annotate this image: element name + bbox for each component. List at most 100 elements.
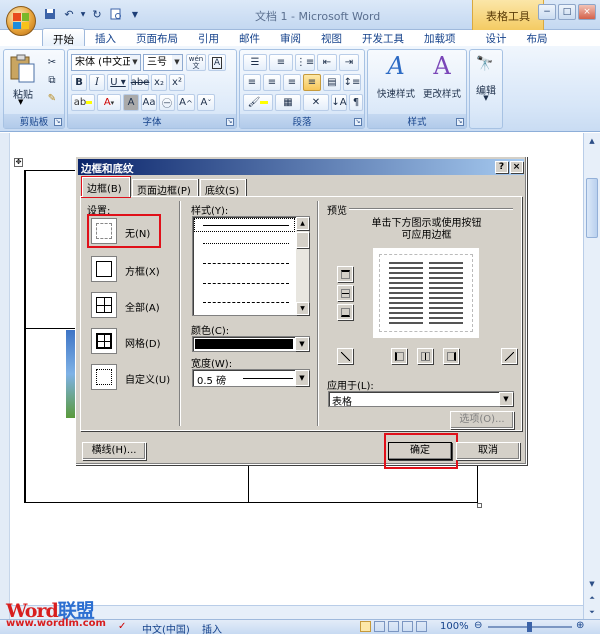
left-border-icon[interactable] — [391, 348, 407, 364]
tab-borders[interactable]: 边框(B) — [82, 177, 130, 197]
setting-custom[interactable]: 自定义(U) — [89, 362, 171, 392]
quick-styles-button[interactable]: A 快速样式 — [376, 52, 416, 108]
align-left-icon[interactable]: ≡ — [243, 74, 261, 91]
diagonal-down-icon[interactable] — [337, 348, 353, 364]
print-layout-icon[interactable] — [360, 621, 371, 632]
phonetic-guide-icon[interactable]: wén 文 — [186, 54, 206, 71]
scroll-thumb[interactable] — [586, 178, 598, 238]
scroll-down-icon[interactable]: ▼ — [586, 578, 598, 590]
help-icon[interactable]: ? — [495, 161, 508, 173]
bottom-border-icon[interactable] — [337, 304, 353, 320]
zoom-level[interactable]: 100% — [440, 621, 469, 632]
grow-font-icon[interactable]: Aa — [141, 94, 157, 111]
horizontal-scrollbar[interactable] — [10, 605, 583, 619]
style-list-scrollbar[interactable]: ▲ ▼ — [296, 217, 309, 315]
tab-page-border[interactable]: 页面边框(P) — [132, 179, 198, 197]
find-icon[interactable]: 🔭 — [476, 56, 493, 72]
setting-all[interactable]: 全部(A) — [89, 290, 161, 320]
office-button[interactable] — [6, 6, 36, 36]
width-dropdown[interactable]: 0.5 磅 ▼ — [192, 369, 310, 387]
maximize-icon[interactable]: □ — [558, 4, 576, 20]
scroll-down-icon[interactable]: ▼ — [296, 302, 309, 315]
bullets-icon[interactable]: ☰ — [243, 54, 267, 71]
line-spacing-icon[interactable]: ↕≡ — [343, 74, 361, 91]
copy-icon[interactable]: ⧉ — [44, 72, 60, 89]
cut-icon[interactable]: ✂ — [44, 54, 60, 71]
strikethrough-icon[interactable]: abe — [131, 74, 149, 91]
close-icon[interactable]: × — [578, 4, 596, 20]
setting-grid[interactable]: 网格(D) — [89, 326, 161, 356]
highlight-color-icon[interactable]: ab — [71, 94, 95, 111]
save-icon[interactable] — [42, 6, 58, 22]
spell-check-icon[interactable]: ✓ — [118, 621, 126, 632]
prev-page-icon[interactable]: ⏶ — [586, 592, 598, 604]
align-right-icon[interactable]: ≡ — [283, 74, 301, 91]
paste-button[interactable]: 粘贴 ▼ — [8, 54, 38, 106]
multilevel-list-icon[interactable]: ⋮≡ — [295, 54, 315, 71]
distributed-icon[interactable]: ▤ — [323, 74, 341, 91]
diagonal-up-icon[interactable] — [501, 348, 517, 364]
table-resize-handle-icon[interactable] — [477, 503, 482, 508]
increase-size-icon[interactable]: A ^ — [177, 94, 195, 111]
zoom-in-icon[interactable]: ⊕ — [576, 620, 584, 631]
show-marks-icon[interactable]: ¶ — [349, 94, 363, 111]
inside-vertical-icon[interactable] — [417, 348, 433, 364]
preview-canvas[interactable] — [373, 248, 479, 338]
decrease-indent-icon[interactable]: ⇤ — [317, 54, 337, 71]
zoom-slider-thumb[interactable] — [527, 622, 532, 632]
style-list[interactable]: ▲ ▼ — [192, 216, 310, 316]
shading-icon[interactable]: 🖌 — [243, 94, 273, 111]
clipboard-launcher-icon[interactable]: ↘ — [54, 118, 62, 126]
web-layout-icon[interactable] — [388, 621, 399, 632]
paragraph-launcher-icon[interactable]: ↘ — [354, 118, 362, 126]
redo-icon[interactable]: ↻ — [89, 6, 105, 22]
tab-review[interactable]: 审阅 — [270, 28, 311, 46]
increase-indent-icon[interactable]: ⇥ — [339, 54, 359, 71]
chinese-layout-icon[interactable]: ✕ — [303, 94, 329, 111]
change-styles-button[interactable]: A 更改样式 — [420, 52, 464, 108]
bold-icon[interactable]: B — [71, 74, 87, 91]
char-shading-icon[interactable]: A — [123, 94, 139, 111]
setting-box[interactable]: 方框(X) — [89, 254, 161, 284]
top-border-icon[interactable] — [337, 266, 353, 282]
sort-icon[interactable]: ↓A — [331, 94, 347, 111]
font-size-combo[interactable]: 三号 ▼ — [143, 54, 183, 71]
outline-icon[interactable] — [402, 621, 413, 632]
font-launcher-icon[interactable]: ↘ — [226, 118, 234, 126]
tab-shading[interactable]: 底纹(S) — [200, 179, 246, 197]
format-painter-icon[interactable]: ✎ — [44, 90, 60, 107]
decrease-size-icon[interactable]: Aˇ — [197, 94, 215, 111]
char-border-icon[interactable]: A — [208, 54, 226, 71]
numbering-icon[interactable]: ≡ — [269, 54, 293, 71]
customize-qat-icon[interactable]: ▼ — [127, 6, 143, 22]
justify-icon[interactable]: ≡ — [303, 74, 321, 91]
scroll-up-icon[interactable]: ▲ — [296, 217, 309, 230]
tab-layout[interactable]: 布局 — [517, 28, 558, 46]
tab-page-layout[interactable]: 页面布局 — [126, 28, 188, 46]
superscript-icon[interactable]: x² — [169, 74, 185, 91]
tab-home[interactable]: 开始 — [42, 28, 85, 46]
inside-horizontal-icon[interactable] — [337, 285, 353, 301]
full-screen-icon[interactable] — [374, 621, 385, 632]
vertical-scrollbar[interactable]: ▲ ▼ ⏶ ⏷ — [583, 133, 600, 620]
tab-design[interactable]: 设计 — [476, 28, 517, 46]
scroll-thumb[interactable] — [296, 232, 309, 248]
tab-view[interactable]: 视图 — [311, 28, 352, 46]
horizontal-line-button[interactable]: 横线(H)... — [82, 442, 146, 460]
subscript-icon[interactable]: x₂ — [151, 74, 167, 91]
print-preview-icon[interactable] — [108, 6, 124, 22]
underline-icon[interactable]: U ▾ — [107, 74, 129, 91]
color-dropdown[interactable]: ▼ — [192, 336, 310, 352]
enclose-char-icon[interactable]: ㊀ — [159, 94, 175, 111]
cancel-button[interactable]: 取消 — [456, 442, 520, 460]
next-page-icon[interactable]: ⏷ — [586, 606, 598, 618]
tab-add-ins[interactable]: 加载项 — [414, 28, 466, 46]
italic-icon[interactable]: I — [89, 74, 105, 91]
scroll-up-icon[interactable]: ▲ — [586, 135, 598, 147]
minimize-icon[interactable]: − — [538, 4, 556, 20]
font-name-combo[interactable]: 宋体 (中文正文)▼ — [71, 54, 141, 71]
table-move-handle-icon[interactable]: ✥ — [14, 158, 23, 167]
right-border-icon[interactable] — [443, 348, 459, 364]
draft-icon[interactable] — [416, 621, 427, 632]
options-button[interactable]: 选项(O)... — [450, 411, 514, 429]
